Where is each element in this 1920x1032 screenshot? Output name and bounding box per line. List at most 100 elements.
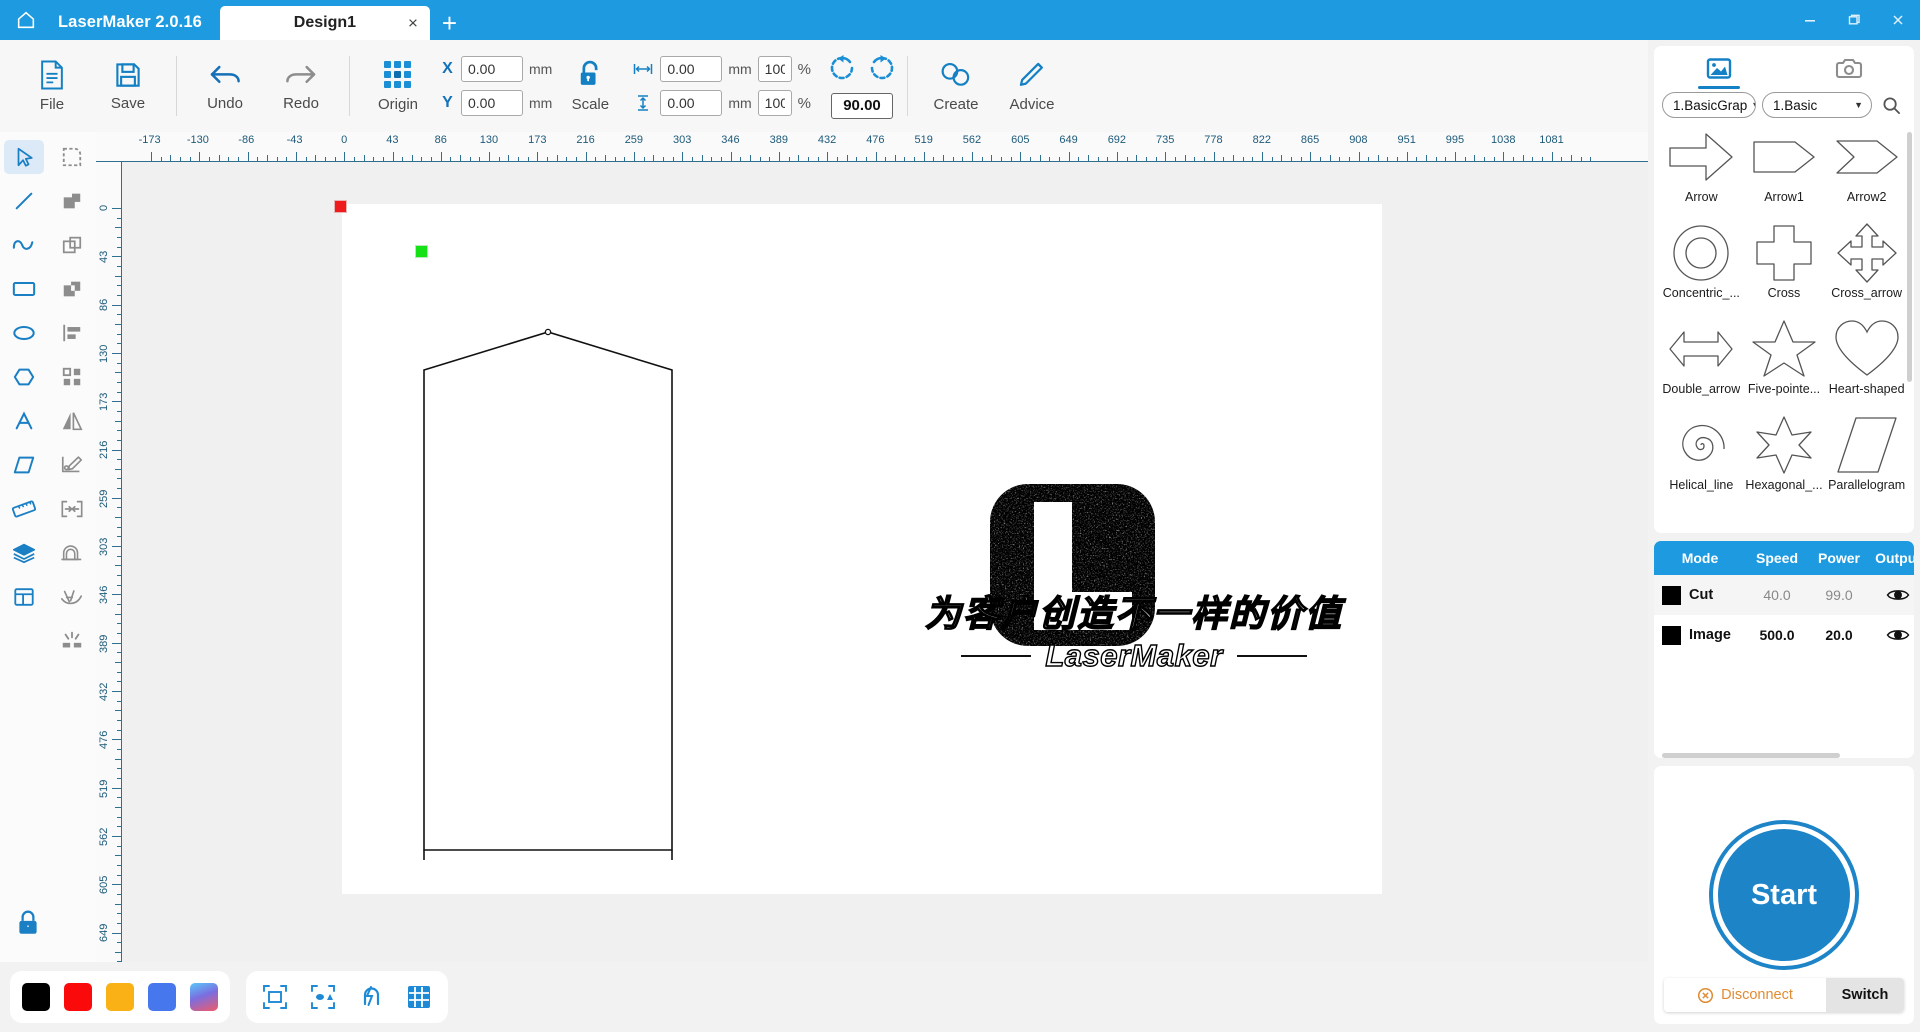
eraser-tool[interactable]: [4, 448, 44, 482]
layer-power-value[interactable]: 99.0: [1808, 587, 1870, 603]
table-row[interactable]: Cut 40.0 99.0: [1654, 575, 1914, 615]
node-edit-tool[interactable]: [52, 448, 92, 482]
select-tool[interactable]: [4, 140, 44, 174]
shape-item-arrow1[interactable]: Arrow1: [1743, 126, 1826, 220]
swatch-orange[interactable]: [106, 983, 134, 1011]
rotate-left-icon[interactable]: [827, 54, 857, 87]
design-canvas[interactable]: 为客户创造不一样的价值 LaserMaker: [122, 162, 1648, 962]
text-tool[interactable]: [4, 404, 44, 438]
rectangle-tool[interactable]: [4, 272, 44, 306]
origin-grid-icon: [384, 61, 411, 88]
swatch-red[interactable]: [64, 983, 92, 1011]
fit-selection-icon[interactable]: [306, 980, 340, 1014]
switch-button[interactable]: Switch: [1826, 978, 1904, 1012]
scale-button[interactable]: Scale: [552, 44, 628, 128]
close-window-icon[interactable]: [1876, 4, 1920, 36]
start-button[interactable]: Start: [1718, 829, 1850, 961]
rotate-right-icon[interactable]: [867, 54, 897, 87]
maximize-icon[interactable]: [1832, 4, 1876, 36]
chevron-down-icon: ▼: [1854, 100, 1863, 110]
line-tool[interactable]: [4, 184, 44, 218]
category-select[interactable]: 1.BasicGrap ▼: [1662, 92, 1756, 118]
advice-button[interactable]: Advice: [994, 44, 1070, 128]
redo-button[interactable]: Redo: [263, 44, 339, 128]
width-percent-input[interactable]: [757, 56, 792, 82]
grid-icon[interactable]: [402, 980, 436, 1014]
layer-color-swatch[interactable]: [1662, 625, 1681, 645]
layer-power-value[interactable]: 20.0: [1808, 627, 1870, 643]
layout-tool[interactable]: [4, 580, 44, 614]
layer-mode-label: Cut: [1689, 587, 1714, 603]
layer-color-swatch[interactable]: [1662, 585, 1681, 605]
library-tab[interactable]: [1654, 46, 1784, 92]
shape-item-heart[interactable]: Heart-shaped: [1825, 318, 1908, 412]
curve-tool[interactable]: [4, 228, 44, 262]
vertical-ruler[interactable]: 0 43 86 130 173 216 259 303 346 389 432 476 519 562 60…: [96, 162, 122, 962]
lasermaker-window: LaserMaker 2.0.16 Design1 × + File Save …: [0, 0, 1920, 1032]
fit-page-icon[interactable]: [258, 980, 292, 1014]
swatch-black[interactable]: [22, 983, 50, 1011]
width-input[interactable]: [660, 56, 723, 82]
lock-icon[interactable]: [8, 906, 48, 940]
explode-tool[interactable]: [52, 624, 92, 658]
shape-item-helical-line[interactable]: Helical_line: [1660, 414, 1743, 508]
category-select-value: 1.BasicGrap: [1673, 97, 1748, 113]
ruler-label: 389: [769, 134, 788, 146]
angle-input[interactable]: [831, 92, 893, 119]
close-icon[interactable]: ×: [408, 15, 418, 32]
shape-item-hexagonal-star[interactable]: Hexagonal_...: [1743, 414, 1826, 508]
shape-item-double-arrow[interactable]: Double_arrow: [1660, 318, 1743, 412]
shape-label: Five-pointe...: [1747, 382, 1821, 396]
file-button[interactable]: File: [14, 44, 90, 128]
create-button[interactable]: Create: [918, 44, 994, 128]
table-row[interactable]: Image 500.0 20.0: [1654, 615, 1914, 655]
shape-item-cross[interactable]: Cross: [1743, 222, 1826, 316]
eye-icon[interactable]: [1870, 587, 1914, 603]
document-tab-design1[interactable]: Design1 ×: [219, 6, 430, 40]
union-tool[interactable]: [52, 184, 92, 218]
minimize-icon[interactable]: [1788, 4, 1832, 36]
align-tool[interactable]: [52, 316, 92, 350]
height-percent-input[interactable]: [757, 90, 792, 116]
home-icon[interactable]: [0, 0, 52, 40]
save-button[interactable]: Save: [90, 44, 166, 128]
undo-button[interactable]: Undo: [187, 44, 263, 128]
fit-width-tool[interactable]: [52, 492, 92, 526]
subcategory-select[interactable]: 1.Basic ▼: [1762, 92, 1872, 118]
mirror-tool[interactable]: [52, 404, 92, 438]
swatch-blue[interactable]: [148, 983, 176, 1011]
search-icon[interactable]: [1878, 96, 1904, 115]
camera-tab[interactable]: [1784, 46, 1914, 92]
measure-tool[interactable]: [4, 492, 44, 526]
intersect-tool[interactable]: [52, 228, 92, 262]
shape-item-five-pointed-star[interactable]: Five-pointe...: [1743, 318, 1826, 412]
shape-item-concentric-circles[interactable]: Concentric_...: [1660, 222, 1743, 316]
polygon-tool[interactable]: [4, 360, 44, 394]
new-tab-button[interactable]: +: [430, 10, 471, 40]
shape-item-cross-arrow[interactable]: Cross_arrow: [1825, 222, 1908, 316]
horizontal-ruler[interactable]: -173 -130 -86 -43 0 43 86 130 173 216 259 303 346 389…: [96, 132, 1648, 162]
layer-speed-value[interactable]: 40.0: [1746, 587, 1808, 603]
ellipse-tool[interactable]: [4, 316, 44, 350]
array-tool[interactable]: [52, 360, 92, 394]
height-input[interactable]: [660, 90, 723, 116]
origin-button[interactable]: Origin: [360, 44, 436, 128]
shape-item-arrow2[interactable]: Arrow2: [1825, 126, 1908, 220]
layers-tool[interactable]: [4, 536, 44, 570]
disconnect-button[interactable]: Disconnect: [1664, 978, 1826, 1012]
library-scrollbar[interactable]: [1907, 132, 1912, 382]
magnet-snap-icon[interactable]: [354, 980, 388, 1014]
layer-speed-value[interactable]: 500.0: [1746, 627, 1808, 643]
text-on-path-tool[interactable]: [52, 580, 92, 614]
shape-item-arrow[interactable]: Arrow: [1660, 126, 1743, 220]
shape-item-parallelogram[interactable]: Parallelogram: [1825, 414, 1908, 508]
round-corner-tool[interactable]: [52, 140, 92, 174]
offset-tool[interactable]: [52, 536, 92, 570]
y-input[interactable]: [461, 90, 523, 116]
slogan-english: LaserMaker: [1045, 637, 1223, 673]
eye-icon[interactable]: [1870, 627, 1914, 643]
layer-table-scrollbar[interactable]: [1662, 753, 1840, 758]
swatch-gradient[interactable]: [190, 983, 218, 1011]
x-input[interactable]: [461, 56, 523, 82]
subtract-tool[interactable]: [52, 272, 92, 306]
